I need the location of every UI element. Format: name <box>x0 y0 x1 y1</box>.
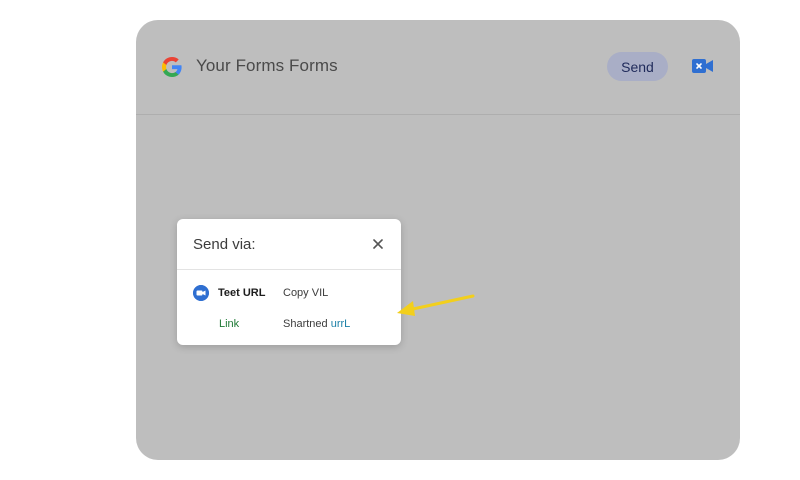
google-g-icon <box>162 57 182 77</box>
shorten-url-prefix: Shartned <box>283 318 331 330</box>
link-label[interactable]: Link <box>219 318 239 330</box>
send-via-dialog: Send via: Teet URL Copy VIL Link Shartne… <box>177 219 401 345</box>
dialog-divider <box>177 269 401 270</box>
dialog-title: Send via: <box>193 236 256 253</box>
send-button[interactable]: Send <box>607 52 668 81</box>
copy-url-action[interactable]: Copy VIL <box>283 287 328 299</box>
video-camera-icon <box>193 285 209 301</box>
screen: Your Forms Forms Send Send via: Teet URL… <box>0 0 800 480</box>
annotation-arrow-icon <box>397 294 475 316</box>
app-title: Your Forms Forms <box>196 56 338 75</box>
close-icon[interactable] <box>370 236 386 252</box>
shorten-url-accent: urrL <box>330 318 351 330</box>
header-bar: Your Forms Forms Send <box>136 20 740 115</box>
meet-video-icon[interactable] <box>692 57 714 75</box>
shorten-url-label[interactable]: Shartned urrL <box>283 318 350 330</box>
option-name[interactable]: Teet URL <box>218 287 265 299</box>
